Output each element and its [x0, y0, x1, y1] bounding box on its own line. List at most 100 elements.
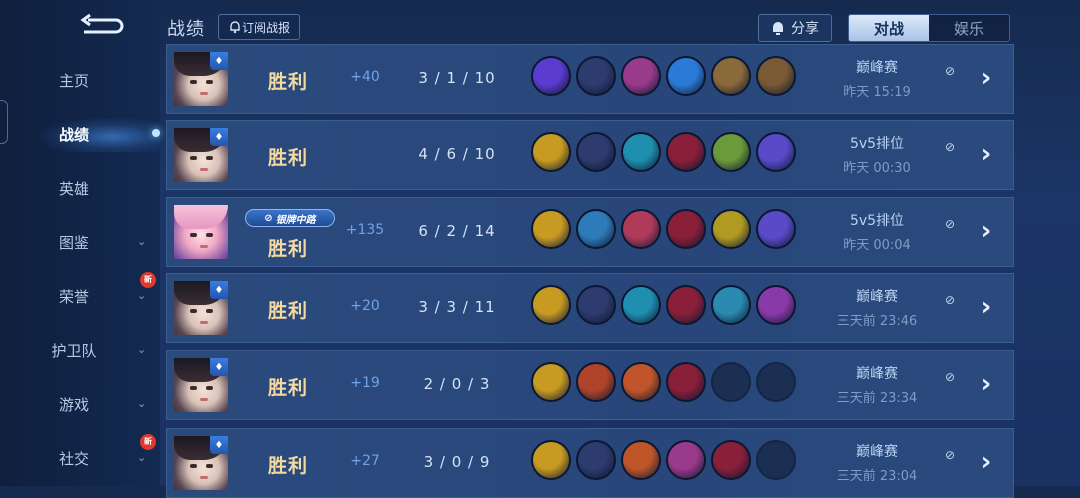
kda-stat: 3 / 0 / 9 [423, 453, 491, 471]
data-detail-icon[interactable]: ⊘ [945, 217, 961, 233]
sidebar-item-label: 英雄 [58, 179, 89, 198]
equipment-item-icon [621, 209, 661, 249]
sidebar-item-1[interactable]: 战绩 [0, 114, 160, 154]
sidebar-item-3[interactable]: 图鉴 ⌄ [0, 222, 160, 262]
rank-points-change: +20 [350, 298, 380, 314]
equipment-item-icon [576, 209, 616, 249]
hero-portrait: ♦ [174, 436, 228, 490]
match-result: 胜利 [267, 377, 308, 399]
back-arrow-icon[interactable] [78, 12, 128, 38]
sidebar-item-7[interactable]: 社交 ⌄ 新 [0, 434, 160, 478]
share-label: 分享 [791, 21, 819, 37]
tab-battle[interactable]: 对战 [849, 15, 929, 41]
equipment-item-icon [531, 362, 571, 402]
equipment-item-icon [666, 362, 706, 402]
hero-portrait: ♦ [174, 128, 228, 182]
subscribe-bell-icon [230, 21, 240, 34]
sidebar-item-label: 图鉴 [58, 233, 89, 252]
kda-stat: 4 / 6 / 10 [418, 145, 496, 163]
data-detail-icon[interactable]: ⊘ [945, 64, 961, 80]
match-time: 三天前 23:46 [836, 314, 918, 329]
match-time: 三天前 23:04 [836, 469, 918, 484]
equipment-item-icon [756, 56, 796, 96]
rank-badge-icon: ♦ [210, 52, 228, 70]
chevron-down-icon: ⌄ [137, 397, 147, 410]
chevron-right-icon[interactable]: › [973, 65, 999, 91]
badge-icon: ⊘ [264, 212, 273, 224]
sidebar-item-label: 主页 [58, 71, 89, 90]
data-detail-icon[interactable]: ⊘ [945, 370, 961, 386]
hero-portrait [174, 205, 228, 259]
equipment-item-icon [621, 132, 661, 172]
chevron-down-icon: ⌄ [137, 289, 147, 302]
equipment-item-icon [576, 362, 616, 402]
match-mode: 巅峰赛 [856, 366, 898, 382]
equipment-item-icon [576, 285, 616, 325]
chevron-right-icon[interactable]: › [973, 294, 999, 320]
sidebar-item-6[interactable]: 游戏 ⌄ [0, 384, 160, 424]
match-time: 三天前 23:34 [836, 391, 918, 406]
equipment-item-icon [621, 440, 661, 480]
rank-badge-icon: ♦ [210, 128, 228, 146]
match-row[interactable]: ♦ 胜利 4 / 6 / 10 5v5排位昨天 00:30 ⊘ › [166, 120, 1014, 190]
equipment-item-icon [711, 440, 751, 480]
sidebar-item-5[interactable]: 护卫队 ⌄ [0, 330, 160, 370]
chevron-right-icon[interactable]: › [973, 371, 999, 397]
match-time: 昨天 00:30 [843, 161, 911, 176]
new-badge: 新 [140, 272, 156, 288]
match-row[interactable]: ♦ 胜利 +20 3 / 3 / 11 巅峰赛 三天前 23:46 ⊘ › [166, 273, 1014, 343]
sidebar-item-2[interactable]: 英雄 [0, 168, 160, 208]
equipment-item-icon [621, 362, 661, 402]
sidebar-item-4[interactable]: 荣誉 ⌄ 新 [0, 272, 160, 316]
equipment-item-icon [576, 56, 616, 96]
match-mode: 巅峰赛 [856, 60, 898, 76]
lane-tag-badge: ⊘ 银牌中路 [245, 209, 335, 227]
match-mode: 5v5排位 [849, 136, 905, 152]
equipment-item-icon [666, 440, 706, 480]
sidebar-item-label: 游戏 [58, 395, 89, 414]
page-title: 战绩 [167, 19, 205, 40]
share-icon [773, 22, 783, 35]
match-result: 胜利 [267, 147, 308, 169]
chevron-right-icon[interactable]: › [973, 141, 999, 167]
subscribe-report-button[interactable]: 订阅战报 [218, 14, 300, 40]
sidebar-item-0[interactable]: 主页 [0, 60, 160, 100]
data-detail-icon[interactable]: ⊘ [945, 448, 961, 464]
equipment-item-icon [666, 56, 706, 96]
chevron-down-icon: ⌄ [137, 235, 147, 248]
chevron-right-icon[interactable]: › [973, 218, 999, 244]
equipment-item-icon [531, 285, 571, 325]
equipment-item-icon [711, 209, 751, 249]
rank-points-change: +19 [350, 375, 380, 391]
match-time: 昨天 00:04 [843, 238, 911, 253]
equipment-item-icon [531, 440, 571, 480]
subscribe-report-label: 订阅战报 [241, 20, 290, 35]
match-result: 胜利 [267, 300, 308, 322]
rank-badge-icon: ♦ [210, 358, 228, 376]
equipment-list [531, 362, 796, 402]
equipment-item-icon [666, 132, 706, 172]
match-row[interactable]: ♦ 胜利 +19 2 / 0 / 3 巅峰赛三天前 23:34 ⊘ › [166, 350, 1014, 420]
tab-entertainment[interactable]: 娱乐 [929, 15, 1009, 41]
match-mode: 巅峰赛 [856, 289, 898, 305]
equipment-list [531, 285, 796, 325]
kda-stat: 6 / 2 / 14 [418, 222, 496, 240]
chevron-down-icon: ⌄ [137, 343, 147, 356]
data-detail-icon[interactable]: ⊘ [945, 293, 961, 309]
kda-stat: 2 / 0 / 3 [423, 375, 491, 393]
hero-portrait: ♦ [174, 358, 228, 412]
share-button[interactable]: 分享 [758, 14, 832, 42]
sidebar-item-label: 护卫队 [51, 341, 97, 360]
match-row[interactable]: ⊘ 银牌中路 胜利 +135 6 / 2 / 14 5v5排位 昨天 00:04 ⊘ › [166, 197, 1014, 267]
data-detail-icon[interactable]: ⊘ [945, 140, 961, 156]
match-row[interactable]: ♦ 胜利 +27 3 / 0 / 9 巅峰赛 三天前 23:04 ⊘ › [166, 428, 1014, 498]
equipment-item-icon [621, 56, 661, 96]
kda-stat: 3 / 3 / 11 [418, 298, 496, 316]
equipment-item-icon [576, 132, 616, 172]
chevron-right-icon[interactable]: › [973, 449, 999, 475]
equipment-item-icon [756, 285, 796, 325]
equipment-item-icon [756, 209, 796, 249]
mode-tab-switch: 对战 娱乐 [848, 14, 1010, 42]
equipment-item-icon [756, 132, 796, 172]
match-row[interactable]: ♦ 胜利 +40 3 / 1 / 10 巅峰赛 昨天 15:19 ⊘ › [166, 44, 1014, 114]
